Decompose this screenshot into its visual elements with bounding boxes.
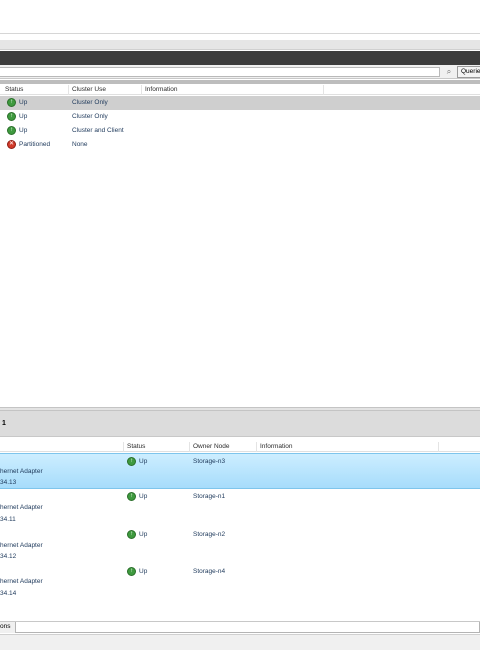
table-row[interactable]: ✕ Partitioned None [0,138,480,152]
item-name: hernet Adapter [0,578,43,585]
item-address: 34.14 [0,590,17,597]
up-arrow-icon: ↑ [127,457,136,466]
list-item[interactable]: ↑ Up Storage-n3 hernet Adapter 34.13 [0,453,480,489]
up-arrow-icon: ↑ [7,112,16,121]
row-cluster-use: Cluster Only [72,113,108,120]
list-item[interactable]: ↑ Up Storage-n1 hernet Adapter 34.11 [0,490,480,526]
item-address: 34.12 [0,553,17,560]
list-item[interactable]: ↑ Up Storage-n2 hernet Adapter 34.12 [0,528,480,564]
table-row[interactable]: ↑ Up Cluster Only [0,96,480,110]
row-status: Partitioned [19,141,51,148]
item-status: Up [139,531,148,538]
table-row[interactable]: ↑ Up Cluster Only [0,110,480,124]
details-header: Status Owner Node Information [0,442,480,452]
item-status: Up [139,493,148,500]
error-x-icon: ✕ [7,140,16,149]
row-status: Up [19,113,28,120]
col-status[interactable]: Status [5,86,23,93]
item-status: Up [139,568,148,575]
up-arrow-icon: ↑ [7,98,16,107]
col-information[interactable]: Information [145,86,178,93]
row-status: Up [19,99,28,106]
status-bar [0,634,480,650]
col-owner-node[interactable]: Owner Node [193,443,230,450]
col-information[interactable]: Information [260,443,293,450]
item-owner: Storage-n2 [193,531,226,538]
up-arrow-icon: ↑ [127,492,136,501]
up-arrow-icon: ↑ [7,126,16,135]
networks-header: Status Cluster Use Information [0,85,480,95]
divider [0,80,480,84]
item-name: hernet Adapter [0,542,43,549]
row-cluster-use: Cluster and Client [72,127,124,134]
up-arrow-icon: ↑ [127,530,136,539]
item-status: Up [139,458,148,465]
row-cluster-use: None [72,141,88,148]
top-ribbon [0,0,480,34]
row-status: Up [19,127,28,134]
details-title-bar: 1 [0,411,480,437]
up-arrow-icon: ↑ [127,567,136,576]
queries-button[interactable]: Querie [457,66,480,78]
item-name: hernet Adapter [0,504,43,511]
search-icon[interactable]: ⌕ [443,67,455,77]
list-item[interactable]: ↑ Up Storage-n4 hernet Adapter 34.14 [0,565,480,601]
col-cluster-use[interactable]: Cluster Use [72,86,106,93]
item-owner: Storage-n3 [193,458,226,465]
item-address: 34.11 [0,516,16,523]
details-title: 1 [2,420,6,427]
pane-title-bar [0,51,480,65]
sub-strip [0,40,480,50]
table-row[interactable]: ↑ Up Cluster and Client [0,124,480,138]
search-input[interactable] [0,67,440,77]
item-owner: Storage-n4 [193,568,226,575]
tab-blank[interactable] [15,622,480,633]
item-owner: Storage-n1 [193,493,226,500]
item-name: hernet Adapter [0,468,43,475]
item-address: 34.13 [0,479,17,486]
tab-actions[interactable]: ons [0,622,15,633]
row-cluster-use: Cluster Only [72,99,108,106]
col-status[interactable]: Status [127,443,145,450]
